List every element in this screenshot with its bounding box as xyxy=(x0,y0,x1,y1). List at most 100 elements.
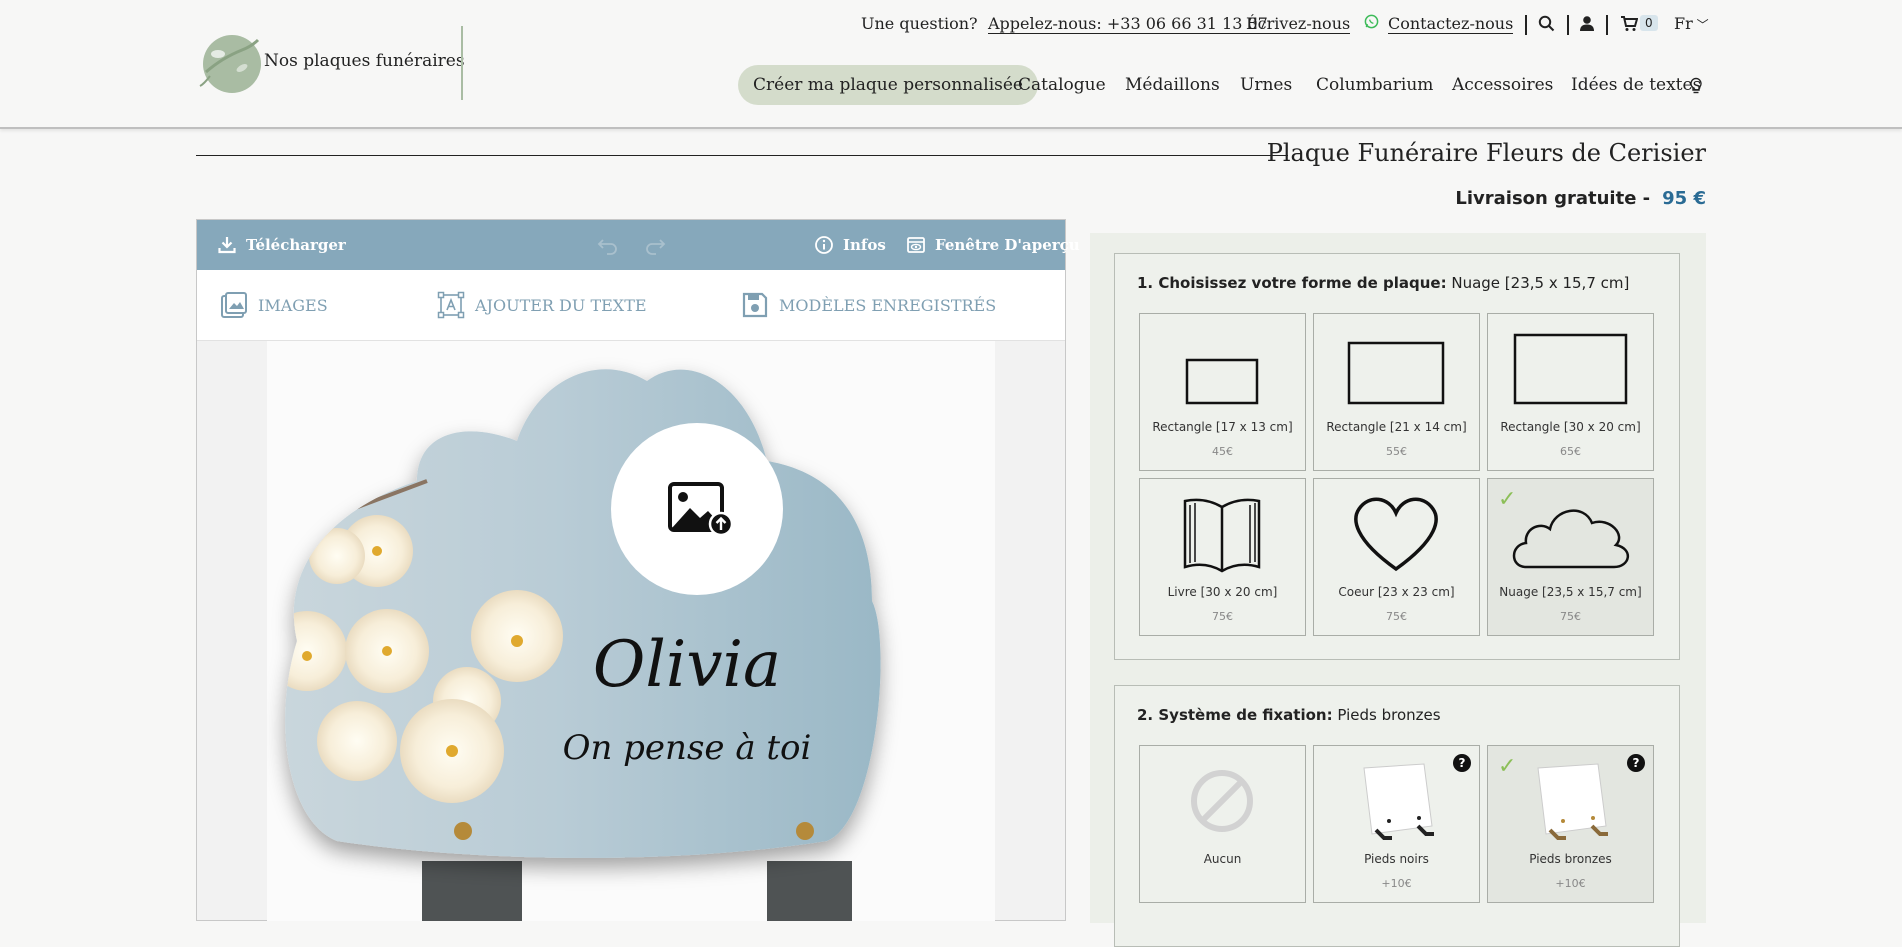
shape-option-price: 55€ xyxy=(1386,445,1407,458)
shape-option-price: 75€ xyxy=(1212,610,1233,623)
images-icon xyxy=(221,292,247,318)
plaque-preview: Olivia On pense à toi xyxy=(285,369,881,921)
info-icon xyxy=(815,236,833,254)
info-button[interactable]: Infos xyxy=(814,220,886,270)
nav-create-plaque[interactable]: Créer ma plaque personnalisée xyxy=(738,65,1038,105)
utility-bar: Une question? Appelez-nous: +33 06 66 31… xyxy=(0,14,1902,36)
tab-add-text[interactable]: AJOUTER DU TEXTE xyxy=(437,270,647,340)
product-title: Plaque Funéraire Fleurs de Cerisier xyxy=(1266,139,1706,167)
shape-option-label: Rectangle [30 x 20 cm] xyxy=(1500,420,1641,434)
lightbulb-icon xyxy=(1689,65,1703,105)
nav-accessoires[interactable]: Accessoires xyxy=(1452,65,1553,105)
left-stand xyxy=(422,861,522,921)
divider xyxy=(1567,15,1569,35)
tab-saved-models-label: MODÈLES ENREGISTRÉS xyxy=(779,295,997,315)
nav-columbarium[interactable]: Columbarium xyxy=(1316,65,1433,105)
editor-toolbar: Télécharger Infos Fenêtre D'aperçu xyxy=(197,220,1080,270)
none-icon xyxy=(1191,770,1253,832)
shape-section-title: 1. Choisissez votre forme de plaque: Nua… xyxy=(1137,274,1629,292)
preview-button[interactable]: Fenêtre D'aperçu xyxy=(906,220,1080,270)
fixing-section-title: 2. Système de fixation: Pieds bronzes xyxy=(1137,706,1441,724)
site-header: Nos plaques funéraires Une question? App… xyxy=(0,0,1902,129)
nav-idees-textes[interactable]: Idées de textes xyxy=(1571,65,1701,105)
plaque-canvas[interactable]: Olivia On pense à toi xyxy=(267,341,995,921)
save-icon xyxy=(742,292,768,318)
tab-add-text-label: AJOUTER DU TEXTE xyxy=(475,295,647,315)
shape-section-selected: Nuage [23,5 x 15,7 cm] xyxy=(1451,274,1630,292)
fixing-option-bronze-feet[interactable]: ✓ ? Pieds bronzes +10€ xyxy=(1487,745,1654,903)
title-rule xyxy=(196,155,1288,156)
account-icon[interactable] xyxy=(1579,15,1595,36)
shape-option-price: 75€ xyxy=(1560,610,1581,623)
redo-button[interactable] xyxy=(644,220,675,270)
search-icon[interactable] xyxy=(1538,15,1555,36)
fixing-option-label: Pieds noirs xyxy=(1364,852,1429,866)
redo-icon xyxy=(646,239,666,255)
info-label: Infos xyxy=(843,236,886,254)
editor-tabs: IMAGES AJOUTER DU TEXTE MODÈLES ENREGIST… xyxy=(197,270,1065,341)
chevron-down-icon: ﹀ xyxy=(1692,18,1709,32)
shape-option-label: Rectangle [21 x 14 cm] xyxy=(1326,420,1467,434)
phone-link[interactable]: Appelez-nous: +33 06 66 31 13 07 xyxy=(988,14,1268,34)
price-line: Livraison gratuite - 95 € xyxy=(1455,188,1706,209)
nav-urnes[interactable]: Urnes xyxy=(1240,65,1292,105)
shape-section-label: 1. Choisissez votre forme de plaque: xyxy=(1137,274,1447,292)
fixing-option-label: Aucun xyxy=(1203,852,1242,866)
cloud-icon xyxy=(1512,509,1629,569)
book-icon xyxy=(1183,498,1261,573)
fixing-option-price: +10€ xyxy=(1555,877,1586,890)
shape-option-price: 75€ xyxy=(1386,610,1407,623)
fixing-section-label: 2. Système de fixation: xyxy=(1137,706,1333,724)
undo-button[interactable] xyxy=(597,220,628,270)
right-stand xyxy=(767,861,852,921)
shape-option-rect-medium[interactable]: Rectangle [21 x 14 cm] 55€ xyxy=(1313,313,1480,471)
language-label: Fr xyxy=(1674,14,1693,33)
text-frame-icon xyxy=(437,291,465,319)
email-link[interactable]: Écrivez-nous xyxy=(1246,14,1351,34)
shape-option-book[interactable]: Livre [30 x 20 cm] 75€ xyxy=(1139,478,1306,636)
shape-option-label: Livre [30 x 20 cm] xyxy=(1167,585,1278,599)
fixing-option-none[interactable]: Aucun xyxy=(1139,745,1306,903)
nav-medaillons[interactable]: Médaillons xyxy=(1125,65,1220,105)
contact-link[interactable]: Contactez-nous xyxy=(1388,14,1514,34)
photo-placeholder[interactable] xyxy=(611,423,783,595)
download-button[interactable]: Télécharger xyxy=(217,220,346,270)
shape-option-label: Rectangle [17 x 13 cm] xyxy=(1152,420,1293,434)
language-select[interactable]: Fr ﹀ xyxy=(1674,14,1709,33)
shipping-text: Livraison gratuite - xyxy=(1455,188,1651,209)
fixing-option-price: +10€ xyxy=(1381,877,1412,890)
fixing-option-black-feet[interactable]: ? Pieds noirs +10€ xyxy=(1313,745,1480,903)
shape-option-heart[interactable]: Coeur [23 x 23 cm] 75€ xyxy=(1313,478,1480,636)
tab-images-label: IMAGES xyxy=(258,295,328,315)
shape-option-label: Coeur [23 x 23 cm] xyxy=(1338,585,1455,599)
stand-bronze-icon xyxy=(1537,763,1608,840)
tab-saved-models[interactable]: MODÈLES ENREGISTRÉS xyxy=(741,270,996,340)
shape-section: 1. Choisissez votre forme de plaque: Nua… xyxy=(1114,253,1680,660)
shape-option-label: Nuage [23,5 x 15,7 cm] xyxy=(1499,585,1642,599)
shape-option-rect-small[interactable]: Rectangle [17 x 13 cm] 45€ xyxy=(1139,313,1306,471)
preview-label: Fenêtre D'aperçu xyxy=(935,236,1080,254)
plaque-name-text[interactable]: Olivia xyxy=(593,628,781,702)
shape-option-rect-large[interactable]: Rectangle [30 x 20 cm] 65€ xyxy=(1487,313,1654,471)
download-label: Télécharger xyxy=(246,236,346,254)
rectangle-small-icon xyxy=(1185,358,1259,405)
plaque-message-text[interactable]: On pense à toi xyxy=(563,728,812,768)
divider xyxy=(1525,15,1527,35)
options-panel: 1. Choisissez votre forme de plaque: Nua… xyxy=(1090,233,1706,947)
question-text: Une question? xyxy=(861,14,978,33)
stand-black-icon xyxy=(1363,763,1434,840)
shape-option-price: 65€ xyxy=(1560,445,1581,458)
tab-images[interactable]: IMAGES xyxy=(220,270,328,340)
nav-catalogue[interactable]: Catalogue xyxy=(1018,65,1106,105)
fixing-section-selected: Pieds bronzes xyxy=(1337,706,1441,724)
shape-option-cloud[interactable]: ✓ Nuage [23,5 x 15,7 cm] 75€ xyxy=(1487,478,1654,636)
cart-icon[interactable] xyxy=(1620,15,1639,36)
screw xyxy=(796,822,814,840)
download-icon xyxy=(218,237,236,254)
heart-icon xyxy=(1354,497,1438,572)
product-price: 95 € xyxy=(1662,188,1706,209)
fixing-option-label: Pieds bronzes xyxy=(1529,852,1612,866)
rectangle-large-icon xyxy=(1513,333,1628,405)
screw xyxy=(454,822,472,840)
undo-icon xyxy=(597,239,617,255)
